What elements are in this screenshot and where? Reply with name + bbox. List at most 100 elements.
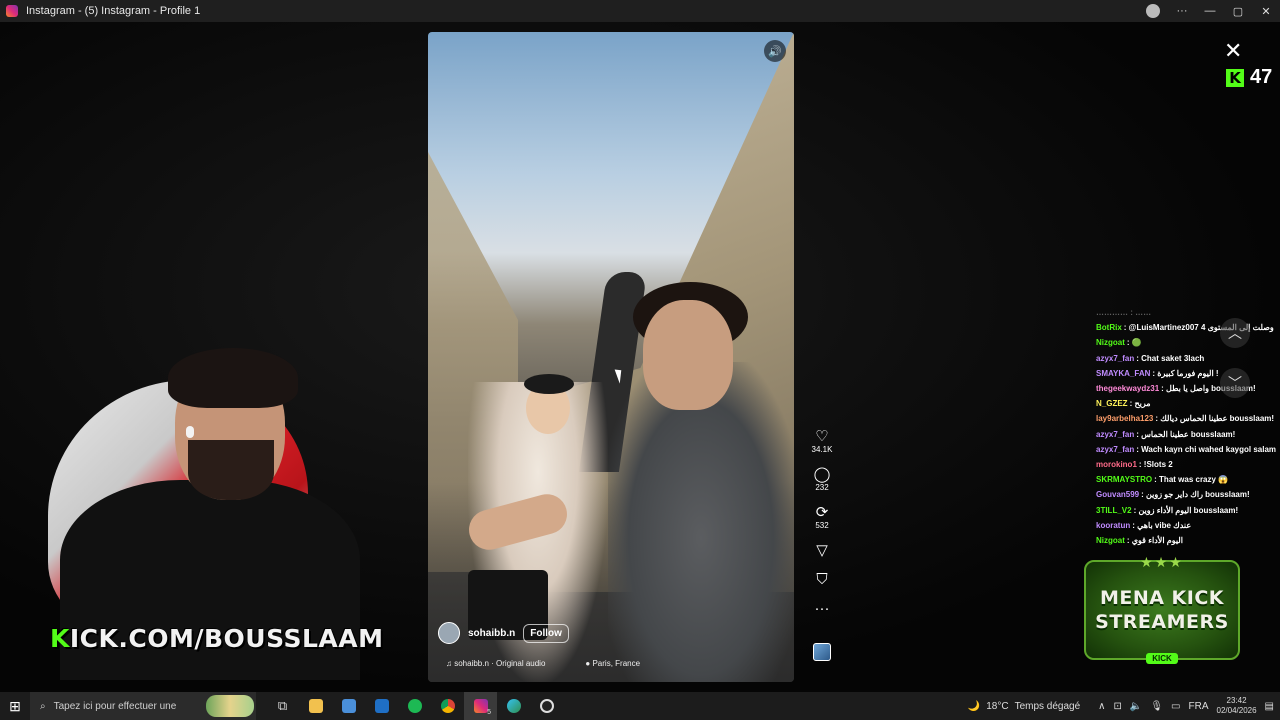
chat-username[interactable]: SMAYKA_FAN <box>1096 369 1150 378</box>
audio-thumbnail[interactable] <box>813 643 831 661</box>
close-reel-icon[interactable]: ✕ <box>1224 38 1242 64</box>
chat-message: BotRix: @LuisMartinez007 وصلت إلى المستو… <box>1096 320 1280 335</box>
save-button[interactable]: ⛉ <box>816 571 827 588</box>
spotify-glyph <box>407 699 422 713</box>
reel-video[interactable]: 🔊 sohaibb.n Follow ♫ sohaibb.n · Origina… <box>428 32 794 682</box>
chat-message: Nizgoat: اليوم الأداء قوي <box>1096 533 1280 548</box>
speaker-icon[interactable]: 🔊 <box>764 40 786 62</box>
chat-username[interactable]: azyx7_fan <box>1096 445 1134 454</box>
stars-icon: ★★★ <box>1140 554 1184 570</box>
chat-username[interactable]: Nizgoat <box>1096 536 1125 545</box>
more-icon[interactable]: ··· <box>1168 0 1196 22</box>
browser-titlebar: Instagram - (5) Instagram - Profile 1 ··… <box>0 0 1280 22</box>
next-reel-button[interactable]: ﹀ <box>1220 368 1250 398</box>
chat-username[interactable]: azyx7_fan <box>1096 354 1134 363</box>
author-username[interactable]: sohaibb.n <box>468 628 515 639</box>
clock-date: 02/04/2026 <box>1216 706 1257 715</box>
microphone-icon[interactable]: 🎙 <box>1150 701 1163 712</box>
chat-username[interactable]: lay9arbelha123 <box>1096 414 1153 423</box>
more-options-button[interactable]: ··· <box>815 600 830 617</box>
badge-line-2: STREAMERS <box>1095 611 1229 633</box>
spotify-icon[interactable] <box>398 692 431 720</box>
chat-username[interactable]: SKRMAYSTRO <box>1096 475 1152 484</box>
location-label: Paris, France <box>592 659 641 668</box>
minimize-icon[interactable]: — <box>1196 0 1224 22</box>
follow-button[interactable]: Follow <box>523 623 569 643</box>
chevron-up-icon[interactable]: ∧ <box>1098 701 1105 712</box>
windows-start-icon[interactable]: ⊞ <box>0 692 30 720</box>
author-avatar[interactable] <box>438 622 460 644</box>
volume-icon[interactable]: 🔈 <box>1130 701 1142 712</box>
badge-tag: KICK <box>1146 653 1178 664</box>
profile-avatar[interactable] <box>1146 4 1160 18</box>
outlook-icon[interactable] <box>365 692 398 720</box>
chat-message: morokino1: !Slots 2 <box>1096 457 1280 472</box>
chat-text: : اليوم الأداء قوي <box>1126 536 1183 546</box>
instagram-app-icon[interactable]: 5 <box>464 692 497 720</box>
repost-button[interactable]: ⟳ 532 <box>815 504 828 530</box>
clock-time: 23:42 <box>1226 696 1247 705</box>
file-explorer-icon[interactable] <box>299 692 332 720</box>
viewer-counter: K 47 <box>1226 66 1272 89</box>
chat-username[interactable]: Gouvan599 <box>1096 490 1139 499</box>
edge-icon[interactable] <box>497 692 530 720</box>
more-icon: ··· <box>814 600 830 617</box>
obs-icon[interactable] <box>530 692 563 720</box>
chat-username[interactable]: azyx7_fan <box>1096 430 1134 439</box>
audio-label: sohaibb.n · Original audio <box>454 659 546 668</box>
chat-username[interactable]: 3TILL_V2 <box>1096 506 1132 515</box>
streamer-beard <box>188 440 274 500</box>
chat-message: Nizgoat: 🟢 <box>1096 335 1280 350</box>
kick-logo-icon: K <box>1226 68 1244 87</box>
clock[interactable]: 23:42 02/04/2026 <box>1217 696 1257 716</box>
store-icon[interactable] <box>332 692 365 720</box>
viewer-count: 47 <box>1250 66 1273 88</box>
share-button[interactable]: ▽ <box>816 542 828 559</box>
taskbar-search[interactable]: ⌕ Tapez ici pour effectuer une <box>30 692 256 720</box>
video-beret <box>524 374 574 394</box>
battery-icon[interactable]: ▭ <box>1171 701 1180 712</box>
bookmark-icon: ⛉ <box>816 571 828 588</box>
earbud-icon <box>186 426 194 438</box>
chat-message: thegeekwaydz31: واصل يا بطل bousslaam! <box>1096 381 1280 396</box>
moon-icon: 🌙 <box>967 700 981 712</box>
kick-channel-banner: KICK.COM/BOUSSLAAM <box>50 624 384 653</box>
comment-button[interactable]: ◯ 232 <box>814 466 831 492</box>
chat-username[interactable]: BotRix <box>1096 323 1122 332</box>
chat-username[interactable]: morokino1 <box>1096 460 1137 469</box>
chat-text: : اليوم فورما كبيرة ! <box>1152 368 1219 378</box>
chat-text: : باهي vibe عندك <box>1132 520 1192 530</box>
chat-text: : Wach kayn chi wahed kaygol salam <box>1136 444 1277 454</box>
chat-username[interactable]: thegeekwaydz31 <box>1096 384 1159 393</box>
streamer-webcam <box>0 330 400 680</box>
chat-text: : مريح <box>1129 399 1151 409</box>
taskbar-apps: ⧉ 5 <box>266 692 563 720</box>
chat-username[interactable]: N_GZEZ <box>1096 399 1128 408</box>
chrome-icon[interactable] <box>431 692 464 720</box>
language-indicator[interactable]: FRA <box>1189 701 1209 712</box>
chat-message: Gouvan599: راك داير جو زوين bousslaam! <box>1096 487 1280 502</box>
instagram-badge: 5 <box>487 709 491 716</box>
chat-username[interactable]: Nizgoat <box>1096 338 1125 347</box>
audio-link[interactable]: ♫ sohaibb.n · Original audio <box>446 659 545 668</box>
stream-chat: ………… : …… BotRix: @LuisMartinez007 وصلت … <box>1096 305 1280 548</box>
location-link[interactable]: ● Paris, France <box>585 659 640 668</box>
close-icon[interactable]: ✕ <box>1252 0 1280 22</box>
chat-text: : عطينا الحماس ديالك bousslaam! <box>1155 414 1275 424</box>
chat-username[interactable]: kooratun <box>1096 521 1130 530</box>
chat-message-partial: ………… : …… <box>1096 308 1152 317</box>
task-view-icon[interactable]: ⧉ <box>266 692 299 720</box>
banner-url: ICK.COM/BOUSSLAAM <box>69 624 384 653</box>
weather-widget[interactable]: 🌙 18°C Temps dégagé <box>968 701 1080 712</box>
repost-icon: ⟳ <box>815 504 829 521</box>
previous-reel-button[interactable]: ︿ <box>1220 318 1250 348</box>
reel-author: sohaibb.n Follow <box>438 622 569 644</box>
network-icon[interactable]: ⊡ <box>1114 701 1122 712</box>
notification-icon[interactable]: ▤ <box>1265 701 1274 712</box>
windows-taskbar: ⊞ ⌕ Tapez ici pour effectuer une ⧉ 5 🌙 1… <box>0 692 1280 720</box>
like-button[interactable]: ♡ 34.1K <box>812 428 833 454</box>
maximize-icon[interactable]: ▢ <box>1224 0 1252 22</box>
chat-message: azyx7_fan: Wach kayn chi wahed kaygol sa… <box>1096 442 1280 457</box>
mena-kick-streamers-badge: ★★★ MENA KICK STREAMERS KICK <box>1084 554 1240 664</box>
chat-text: : !Slots 2 <box>1138 460 1173 470</box>
